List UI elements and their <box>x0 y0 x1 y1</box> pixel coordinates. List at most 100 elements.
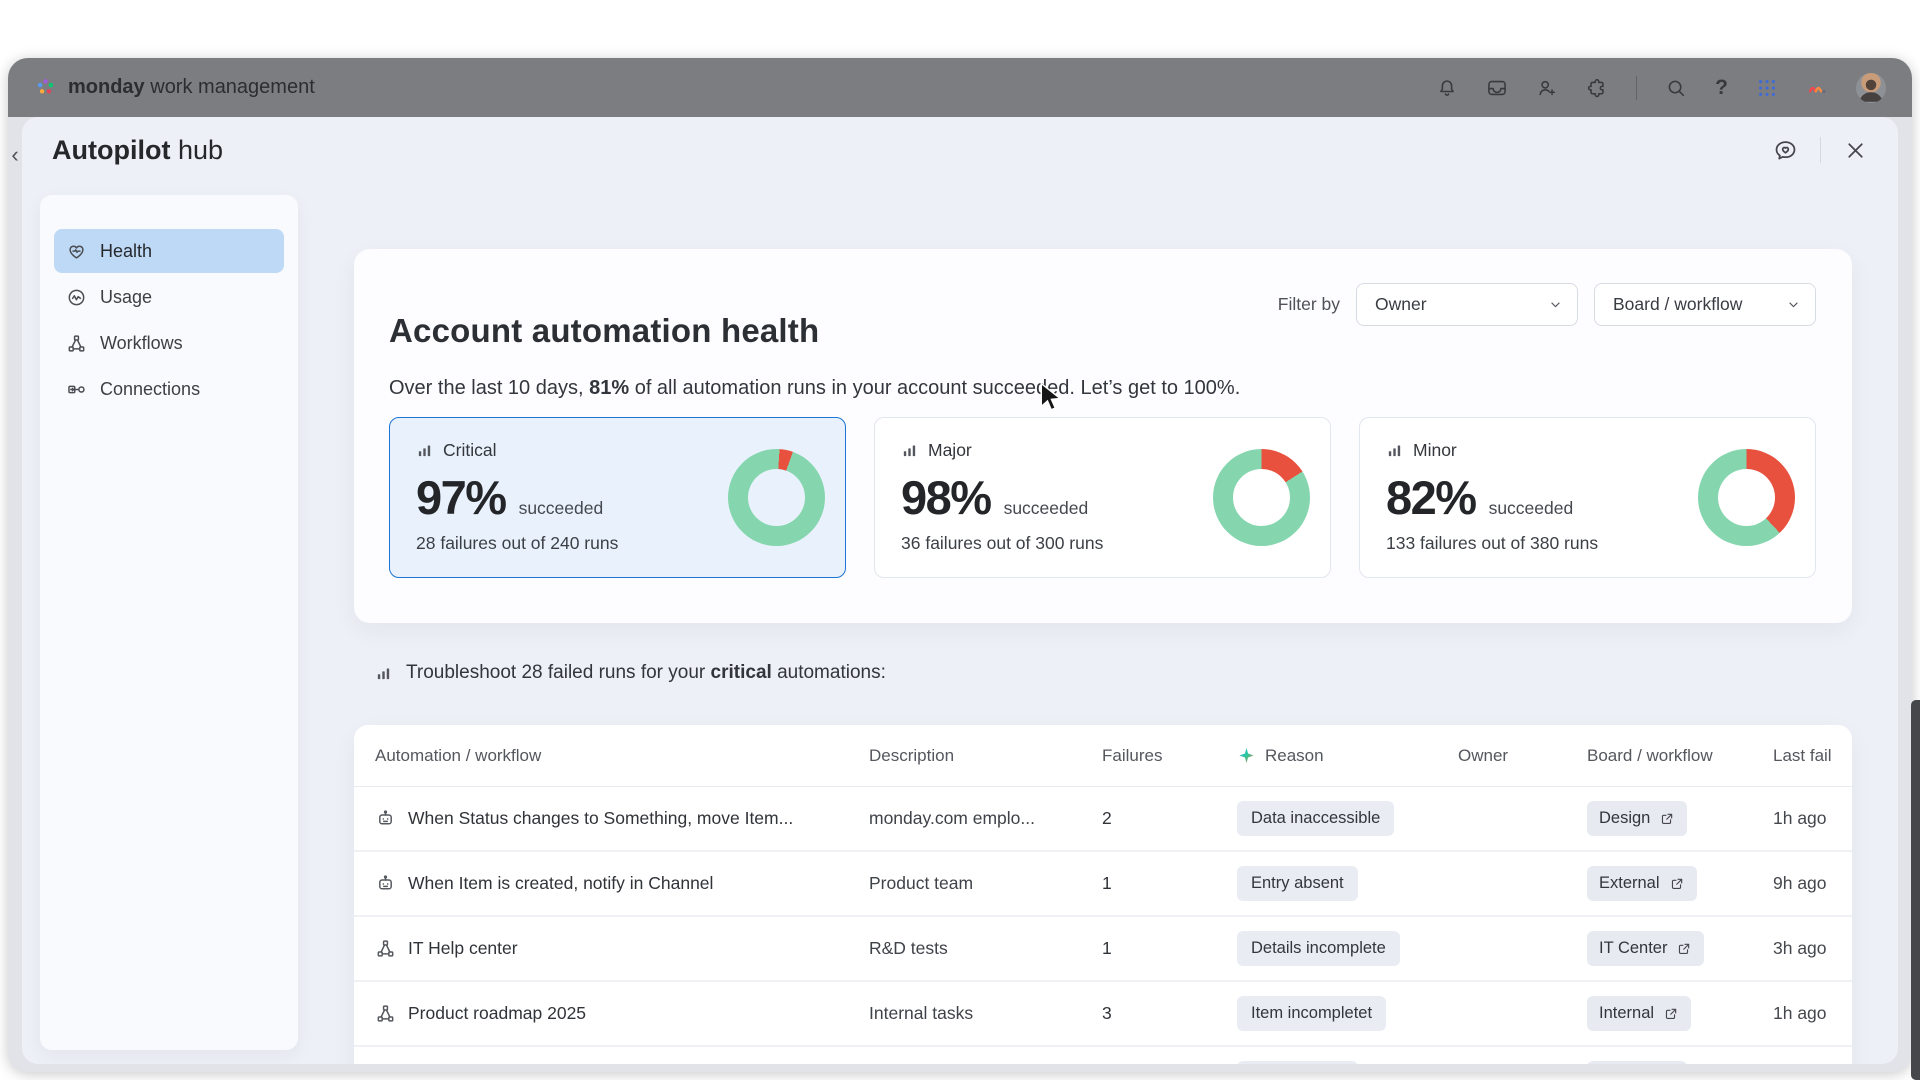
stat-card-critical[interactable]: Critical 97% succeeded 28 failures out o… <box>389 417 846 578</box>
stat-card-title: Critical <box>443 440 496 461</box>
automation-name: IT Help center <box>408 938 518 959</box>
reason-badge: Data inaccessible <box>1237 801 1394 836</box>
donut-chart-major <box>1213 449 1310 546</box>
panel-title: Account automation health <box>389 312 819 350</box>
health-panel: Account automation health Filter by Owne… <box>354 249 1852 623</box>
robot-icon <box>375 808 396 829</box>
board-link[interactable]: External <box>1587 866 1697 901</box>
sidebar-item-label: Usage <box>100 287 152 308</box>
app-window: monday work management ? <box>8 58 1912 1072</box>
search-icon[interactable] <box>1665 77 1687 99</box>
col-board-workflow: Board / workflow <box>1587 746 1773 766</box>
collapse-chevron-button[interactable]: ‹ <box>8 142 22 168</box>
scrollbar-thumb[interactable] <box>1911 700 1920 1080</box>
modal-header: Autopilot hub <box>22 117 1898 183</box>
brand: monday work management <box>34 76 315 99</box>
col-description: Description <box>869 746 1102 766</box>
stat-card-major[interactable]: Major 98% succeeded 36 failures out of 3… <box>874 417 1331 578</box>
header-divider <box>1820 137 1821 163</box>
table-row[interactable]: Product roadmap 2025 Internal tasks 3 It… <box>354 982 1852 1047</box>
col-reason: Reason <box>1237 746 1458 766</box>
inbox-tray-icon[interactable] <box>1486 77 1508 99</box>
automation-name: When Status changes to Something, move I… <box>408 808 793 829</box>
close-icon[interactable] <box>1843 138 1868 163</box>
stat-detail: 36 failures out of 300 runs <box>901 533 1103 554</box>
failures-cell: 1 <box>1102 938 1237 959</box>
filter-by-label: Filter by <box>1278 294 1340 315</box>
stat-percent: 98% <box>901 470 991 525</box>
sidebar-item-connections[interactable]: Connections <box>54 367 284 411</box>
bar-chart-icon <box>1386 442 1403 459</box>
topbar-divider <box>1636 76 1637 100</box>
screenshot-page: monday work management ? <box>0 0 1920 1080</box>
monday-logo-icon <box>34 76 57 99</box>
donut-chart-critical <box>728 449 825 546</box>
reason-badge: Entry absent <box>1237 866 1358 901</box>
robot-icon <box>375 873 396 894</box>
stat-main: 82% succeeded <box>1386 470 1573 525</box>
stat-detail: 133 failures out of 380 runs <box>1386 533 1598 554</box>
pulse-circle-icon <box>66 287 87 308</box>
stat-card-minor[interactable]: Minor 82% succeeded 133 failures out of … <box>1359 417 1816 578</box>
workflow-network-icon <box>66 333 87 354</box>
monday-topbar: monday work management ? <box>8 58 1912 117</box>
board-filter-dropdown[interactable]: Board / workflow <box>1594 283 1816 326</box>
board-link[interactable]: IT Center <box>1587 931 1704 966</box>
last-fail-cell: 3h ago <box>1773 938 1842 959</box>
help-icon[interactable]: ? <box>1715 77 1728 98</box>
last-fail-cell: 1h ago <box>1773 1003 1842 1024</box>
feedback-icon[interactable] <box>1773 138 1798 163</box>
col-failures: Failures <box>1102 746 1237 766</box>
failures-cell: 2 <box>1102 808 1237 829</box>
sidebar-item-health[interactable]: Health <box>54 229 284 273</box>
description-cell: Internal tasks <box>869 1003 1102 1024</box>
description-cell: R&D tests <box>869 938 1102 959</box>
notifications-bell-icon[interactable] <box>1436 77 1458 99</box>
apps-marketplace-icon[interactable] <box>1586 77 1608 99</box>
table-row[interactable]: When Status changes to Something, move I… <box>354 787 1852 852</box>
board-link[interactable]: Internal <box>1587 996 1691 1031</box>
invite-members-icon[interactable] <box>1536 77 1558 99</box>
brand-text: monday work management <box>68 76 315 99</box>
stat-main: 98% succeeded <box>901 470 1088 525</box>
board-link[interactable]: Design <box>1587 1061 1687 1064</box>
automation-name-cell: Product roadmap 2025 <box>375 1003 869 1024</box>
ai-sparkle-icon <box>1237 746 1256 765</box>
board-link[interactable]: Design <box>1587 801 1687 836</box>
workflow-icon <box>375 938 396 959</box>
topbar-actions: ? <box>1436 73 1886 103</box>
stat-card-header: Major <box>901 440 972 461</box>
user-avatar[interactable] <box>1856 73 1886 103</box>
sidebar-item-usage[interactable]: Usage <box>54 275 284 319</box>
reason-badge: Item incompletet <box>1237 996 1386 1031</box>
sidebar-item-label: Connections <box>100 379 200 400</box>
main-content: Account automation health Filter by Owne… <box>354 249 1852 1064</box>
failures-cell: 1 <box>1102 873 1237 894</box>
owner-filter-dropdown[interactable]: Owner <box>1356 283 1578 326</box>
automation-name-cell: IT Help center <box>375 938 869 959</box>
stat-percent: 97% <box>416 470 506 525</box>
severity-cards: Critical 97% succeeded 28 failures out o… <box>389 417 1816 578</box>
external-link-icon <box>1659 811 1675 827</box>
last-fail-cell: 9h ago <box>1773 873 1842 894</box>
board-filter-value: Board / workflow <box>1613 294 1742 315</box>
stat-detail: 28 failures out of 240 runs <box>416 533 618 554</box>
external-link-icon <box>1663 1006 1679 1022</box>
summary-text: Over the last 10 days, 81% of all automa… <box>389 377 1240 400</box>
connection-plug-icon <box>66 379 87 400</box>
col-automation-workflow: Automation / workflow <box>375 746 869 766</box>
stat-card-header: Critical <box>416 440 496 461</box>
modal-title: Autopilot hub <box>52 135 223 166</box>
sidebar-item-workflows[interactable]: Workflows <box>54 321 284 365</box>
stat-card-title: Major <box>928 440 972 461</box>
sidebar-item-label: Workflows <box>100 333 183 354</box>
product-switcher-icon[interactable] <box>1756 77 1778 99</box>
table-row[interactable]: IT Help center R&D tests 1 Details incom… <box>354 917 1852 982</box>
stat-succeeded-label: succeeded <box>1004 498 1089 519</box>
stat-succeeded-label: succeeded <box>1489 498 1574 519</box>
table-row[interactable]: When Item is created, create an Update P… <box>354 1047 1852 1064</box>
automation-name-cell: When Item is created, notify in Channel <box>375 873 869 894</box>
external-link-icon <box>1669 876 1685 892</box>
bar-chart-icon <box>901 442 918 459</box>
table-row[interactable]: When Item is created, notify in Channel … <box>354 852 1852 917</box>
